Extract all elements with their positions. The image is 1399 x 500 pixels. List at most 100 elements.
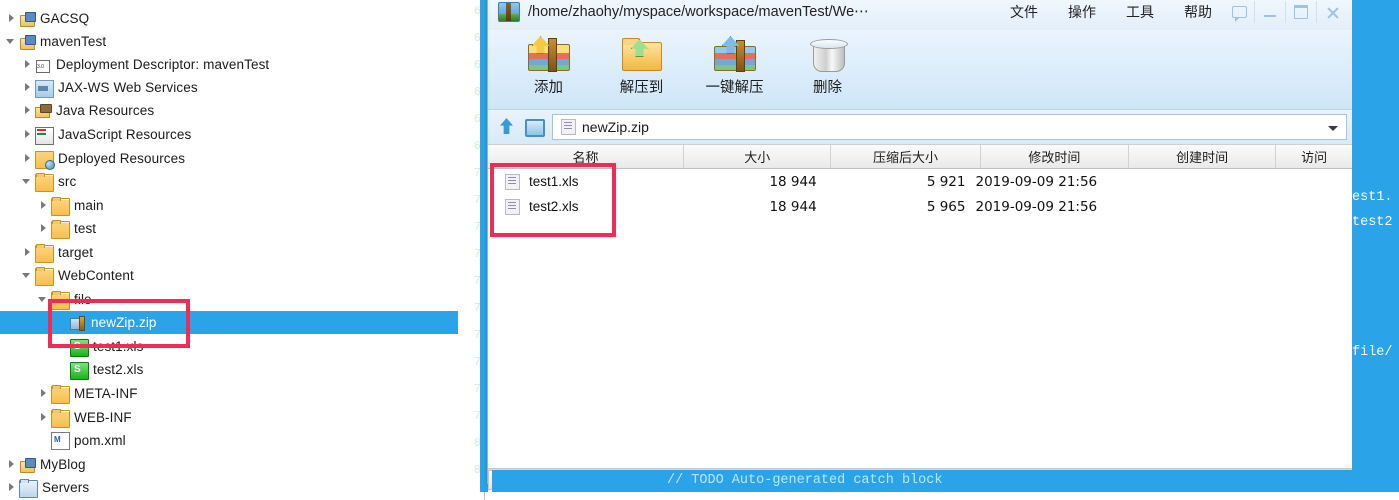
menu-file[interactable]: 文件 (1010, 2, 1038, 22)
file-list-row[interactable]: test1.xls 18 944 5 921 2019-09-09 21:56 (488, 169, 1353, 194)
archive-title-bar[interactable]: /home/zhaohy/myspace/workspace/mavenTest… (488, 0, 1353, 30)
chevron-closed-icon[interactable] (22, 82, 33, 93)
archive-file-icon (561, 119, 576, 135)
tree-item-myblog[interactable]: MyBlog (0, 453, 458, 476)
tree-item-deployment-descriptor-maventest[interactable]: Deployment Descriptor: mavenTest (0, 53, 458, 76)
editor-code-fragment: est1. (1352, 190, 1393, 205)
file-list-row[interactable]: test2.xls 18 944 5 965 2019-09-09 21:56 (488, 194, 1353, 219)
archive-window-title: /home/zhaohy/myspace/workspace/mavenTest… (528, 4, 869, 20)
toolbar-button-label: 解压到 (619, 80, 664, 96)
archive-menu-bar[interactable]: 文件 操作 工具 帮助 (1010, 2, 1212, 22)
chevron-closed-icon[interactable] (22, 153, 33, 164)
address-input[interactable]: newZip.zip (552, 114, 1347, 140)
servers-folder-icon (19, 479, 38, 498)
chevron-closed-icon[interactable] (38, 223, 49, 234)
column-header-2[interactable]: 压缩后大小 (831, 145, 981, 168)
tree-item-file[interactable]: file (0, 288, 458, 311)
chevron-closed-icon[interactable] (38, 200, 49, 211)
chevron-open-icon[interactable] (6, 36, 17, 47)
tree-item-target[interactable]: target (0, 241, 458, 264)
menu-operation[interactable]: 操作 (1068, 2, 1096, 22)
tree-item-test1-xls[interactable]: test1.xls (0, 335, 458, 358)
chevron-closed-icon[interactable] (22, 247, 33, 258)
file-name-label: test1.xls (529, 174, 579, 189)
java-project-icon (19, 457, 36, 474)
column-header-3[interactable]: 修改时间 (981, 145, 1130, 168)
chevron-closed-icon[interactable] (6, 482, 17, 493)
archive-manager-window[interactable]: /home/zhaohy/myspace/workspace/mavenTest… (487, 0, 1354, 491)
tree-item-javascript-resources[interactable]: JavaScript Resources (0, 123, 458, 146)
tree-item-label: JAX-WS Web Services (58, 80, 198, 95)
tree-item-pom-xml[interactable]: pom.xml (0, 429, 458, 452)
java-resources-icon (35, 103, 52, 120)
tree-item-main[interactable]: main (0, 194, 458, 217)
tree-item-deployed-resources[interactable]: Deployed Resources (0, 147, 458, 170)
tree-item-maventest[interactable]: mavenTest (0, 30, 458, 53)
minimize-button[interactable] (1254, 1, 1285, 23)
archive-window-controls[interactable] (1224, 1, 1347, 23)
chevron-open-icon[interactable] (22, 270, 33, 281)
tree-item-label: mavenTest (40, 34, 107, 49)
archive-file-list[interactable]: test1.xls 18 944 5 921 2019-09-09 21:56 test… (488, 169, 1353, 469)
menu-tools[interactable]: 工具 (1126, 2, 1154, 22)
chevron-closed-icon[interactable] (22, 59, 33, 70)
chevron-open-icon[interactable] (22, 176, 33, 187)
address-input-value: newZip.zip (582, 119, 649, 135)
tree-item-web-inf[interactable]: WEB-INF (0, 406, 458, 429)
chevron-closed-icon[interactable] (38, 388, 49, 399)
tree-item-label: Deployed Resources (58, 151, 186, 166)
editor-code-fragment: file/ (1352, 345, 1393, 360)
chevron-closed-icon[interactable] (22, 129, 33, 140)
column-header-0[interactable]: 名称 (488, 145, 685, 168)
maximize-button[interactable] (1285, 1, 1316, 23)
tree-item-java-resources[interactable]: Java Resources (0, 99, 458, 122)
archive-address-bar[interactable]: newZip.zip (488, 110, 1353, 144)
tree-item-gacsq[interactable]: GACSQ (0, 7, 458, 30)
tree-item-label: Servers (42, 480, 90, 495)
toolbar-button-label: 添加 (534, 80, 563, 96)
tree-item-test2-xls[interactable]: test2.xls (0, 358, 458, 381)
arrow-overlay-icon (630, 39, 649, 57)
archive-toolbar[interactable]: 添加 解压到 一键解压 删除 (488, 30, 1353, 110)
root-folder-icon[interactable] (520, 114, 546, 140)
file-name-cell[interactable]: test2.xls (488, 198, 676, 215)
tree-item-src[interactable]: src (0, 170, 458, 193)
chevron-closed-icon[interactable] (22, 105, 33, 116)
tree-item-jax-ws-web-services[interactable]: JAX-WS Web Services (0, 76, 458, 99)
tree-item-label: test (74, 221, 97, 236)
message-icon[interactable] (1224, 1, 1254, 23)
up-arrow-icon[interactable] (494, 114, 520, 140)
chevron-down-icon[interactable] (1326, 120, 1340, 134)
one-click-extract-icon (712, 34, 758, 74)
column-header-4[interactable]: 创建时间 (1129, 145, 1277, 168)
tree-item-label: pom.xml (74, 433, 126, 448)
xls-file-icon (70, 361, 89, 380)
column-header-5[interactable]: 访问 (1276, 145, 1353, 168)
delete-button[interactable]: 删除 (781, 34, 874, 102)
menu-help[interactable]: 帮助 (1184, 2, 1212, 22)
editor-code-line-todo: // TODO Auto-generated catch block (492, 470, 1352, 492)
one-click-extract-button[interactable]: 一键解压 (688, 34, 781, 102)
extract-to-button[interactable]: 解压到 (595, 34, 688, 102)
tree-item-label: file (74, 292, 92, 307)
add-button[interactable]: 添加 (502, 34, 595, 102)
tree-item-test[interactable]: test (0, 217, 458, 240)
file-list-column-headers[interactable]: 名称 大小 压缩后大小 修改时间 创建时间 访问 (488, 144, 1353, 169)
chevron-closed-icon[interactable] (6, 459, 17, 470)
tree-item-webcontent[interactable]: WebContent (0, 264, 458, 287)
tree-item-servers[interactable]: Servers (0, 476, 458, 499)
tree-item-meta-inf[interactable]: META-INF (0, 382, 458, 405)
chevron-open-icon[interactable] (38, 294, 49, 305)
editor-code-fragment: test2 (1352, 215, 1393, 230)
chevron-closed-icon[interactable] (38, 412, 49, 423)
project-explorer-tree[interactable]: GACSQ mavenTest Deployment Descriptor: mav… (0, 0, 458, 500)
column-header-1[interactable]: 大小 (684, 145, 832, 168)
chevron-closed-icon[interactable] (6, 13, 17, 24)
file-name-cell[interactable]: test1.xls (488, 173, 676, 190)
trash-icon (805, 34, 851, 74)
close-button[interactable] (1316, 1, 1347, 23)
tree-item-newzip-zip[interactable]: newZip.zip (0, 311, 458, 334)
